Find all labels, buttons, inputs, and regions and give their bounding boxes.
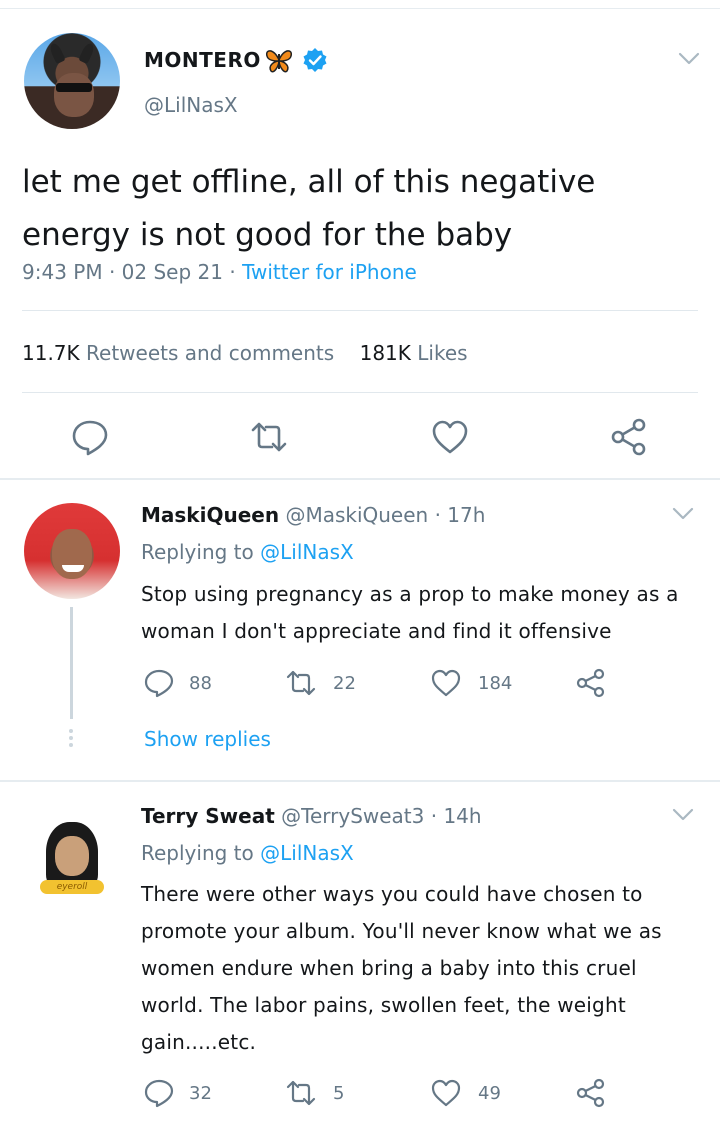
handle[interactable]: @LilNasX (144, 93, 238, 117)
avatar[interactable] (24, 33, 120, 129)
reply-display-name[interactable]: MaskiQueen (141, 503, 279, 527)
reply-header: MaskiQueen @MaskiQueen · 17h (141, 503, 485, 527)
retweet-count: 5 (333, 1083, 345, 1104)
reply-count: 32 (189, 1083, 212, 1104)
like-icon[interactable] (431, 418, 469, 456)
replying-to: Replying to @LilNasX (141, 540, 354, 564)
retweets-stat[interactable]: 11.7K Retweets and comments (22, 341, 334, 365)
avatar-tag: eyeroll (40, 880, 104, 894)
reply-age: 14h (443, 804, 482, 828)
show-replies-link[interactable]: Show replies (144, 727, 271, 751)
reply-text: There were other ways you could have cho… (141, 882, 662, 1054)
likes-label: Likes (417, 341, 468, 365)
retweet-icon[interactable] (286, 668, 316, 698)
chevron-down-icon[interactable] (672, 808, 694, 822)
tweet-date: 02 Sep 21 (121, 260, 223, 284)
reply-display-name[interactable]: Terry Sweat (141, 804, 275, 828)
like-count: 49 (478, 1083, 501, 1104)
tweet-time: 9:43 PM (22, 260, 103, 284)
retweets-count: 11.7K (22, 341, 80, 365)
replying-to: Replying to @LilNasX (141, 841, 354, 865)
replying-label: Replying to (141, 540, 254, 564)
meta-dot: · (430, 804, 444, 828)
reply-handle[interactable]: @TerrySweat3 (281, 804, 424, 828)
top-divider (0, 8, 720, 9)
like-icon[interactable] (431, 1078, 461, 1108)
retweet-icon[interactable] (286, 1078, 316, 1108)
meta-dot: · (229, 260, 243, 284)
meta-dot: · (108, 260, 122, 284)
reply-avatar[interactable]: eyeroll (24, 818, 120, 914)
verified-badge-icon (303, 48, 327, 72)
retweet-count: 22 (333, 673, 356, 694)
tweet-text: let me get offline, all of this negative… (22, 164, 596, 253)
replying-to-link[interactable]: @LilNasX (260, 841, 354, 865)
reply-icon[interactable] (144, 1078, 174, 1108)
reply-icon[interactable] (71, 418, 109, 456)
divider (22, 392, 698, 393)
likes-stat[interactable]: 181K Likes (360, 341, 468, 365)
share-icon[interactable] (610, 418, 648, 456)
retweets-label: Retweets and comments (86, 341, 335, 365)
chevron-down-icon[interactable] (678, 52, 700, 66)
section-divider (0, 780, 720, 782)
share-icon[interactable] (576, 1078, 606, 1108)
thread-dots (68, 729, 74, 751)
tweet-source-link[interactable]: Twitter for iPhone (242, 260, 417, 284)
reply-count: 88 (189, 673, 212, 694)
like-count: 184 (478, 673, 513, 694)
reply-handle[interactable]: @MaskiQueen (285, 503, 428, 527)
divider (22, 310, 698, 311)
engagement-stats: 11.7K Retweets and comments 181K Likes (22, 341, 468, 365)
meta-dot: · (434, 503, 448, 527)
reply-text: Stop using pregnancy as a prop to make m… (141, 582, 679, 643)
tweet-meta: 9:43 PM · 02 Sep 21 · Twitter for iPhone (22, 260, 417, 284)
retweet-icon[interactable] (250, 418, 288, 456)
reply-header: Terry Sweat @TerrySweat3 · 14h (141, 804, 482, 828)
reply-icon[interactable] (144, 668, 174, 698)
chevron-down-icon[interactable] (672, 507, 694, 521)
reply-age: 17h (447, 503, 486, 527)
share-icon[interactable] (576, 668, 606, 698)
butterfly-emoji-icon (265, 50, 293, 73)
replying-label: Replying to (141, 841, 254, 865)
reply-avatar[interactable] (24, 503, 120, 599)
likes-count: 181K (359, 341, 411, 365)
like-icon[interactable] (431, 668, 461, 698)
section-divider (0, 478, 720, 480)
thread-line (70, 607, 73, 719)
display-name[interactable]: MONTERO (144, 48, 261, 72)
replying-to-link[interactable]: @LilNasX (260, 540, 354, 564)
